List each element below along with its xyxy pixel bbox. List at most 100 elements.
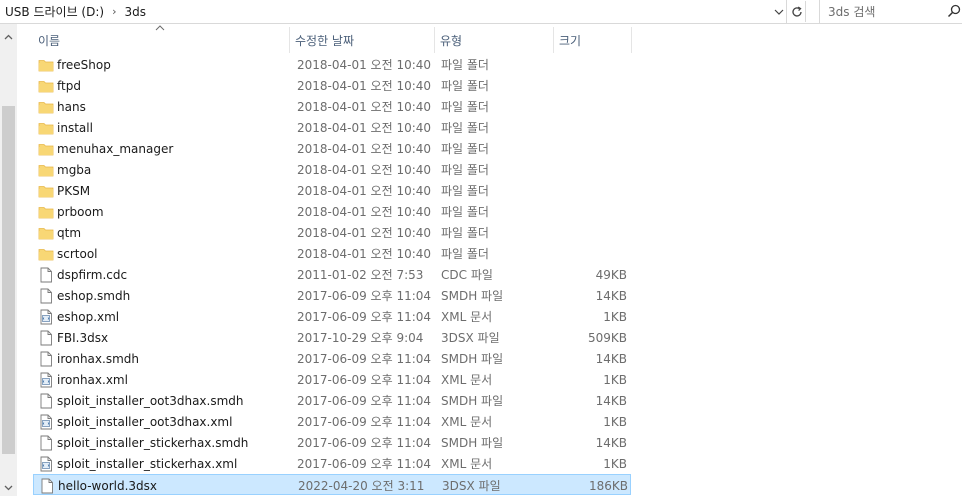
- file-row[interactable]: sploit_installer_oot3dhax.smdh 2017-06-09…: [33, 390, 631, 411]
- file-name: qtm: [57, 225, 82, 240]
- file-name: menuhax_manager: [57, 141, 174, 156]
- file-type: XML 문서: [441, 415, 493, 429]
- scroll-up-button[interactable]: [0, 28, 17, 45]
- column-divider[interactable]: [631, 27, 632, 53]
- file-type: 3DSX 파일: [442, 479, 501, 493]
- search-input[interactable]: [820, 4, 940, 19]
- file-date: 2018-04-01 오전 10:40: [297, 121, 432, 135]
- scroll-down-button[interactable]: [0, 480, 17, 496]
- file-type: 파일 폴더: [441, 100, 489, 114]
- file-row[interactable]: FBI.3dsx 2017-10-29 오후 9:04 3DSX 파일 509KB: [33, 327, 631, 348]
- folder-icon: [38, 96, 54, 117]
- xml-document-icon: [38, 411, 54, 432]
- file-row[interactable]: qtm 2018-04-01 오전 10:40 파일 폴더: [33, 222, 631, 243]
- file-name: ftpd: [57, 78, 81, 93]
- breadcrumb-drive[interactable]: USB 드라이브 (D:): [5, 3, 104, 20]
- file-icon: [38, 264, 54, 285]
- file-type: XML 문서: [441, 373, 493, 387]
- file-name: dspfirm.cdc: [57, 267, 128, 282]
- file-icon: [38, 390, 54, 411]
- file-row[interactable]: eshop.xml 2017-06-09 오후 11:04 XML 문서 1KB: [33, 306, 631, 327]
- file-size: [553, 138, 627, 159]
- file-icon: [39, 475, 55, 496]
- folder-icon: [38, 54, 54, 75]
- file-name: ironhax.xml: [57, 372, 128, 387]
- file-type: SMDH 파일: [441, 436, 504, 450]
- file-list: freeShop 2018-04-01 오전 10:40 파일 폴더 ftpd 2018…: [17, 54, 962, 496]
- file-name: hans: [57, 99, 86, 114]
- column-name[interactable]: 이름: [33, 24, 288, 56]
- file-row[interactable]: ironhax.xml 2017-06-09 오후 11:04 XML 문서 1KB: [33, 369, 631, 390]
- file-date: 2018-04-01 오전 10:40: [297, 142, 432, 156]
- file-date: 2018-04-01 오전 10:40: [297, 58, 432, 72]
- column-type[interactable]: 유형: [435, 24, 553, 56]
- file-size: [553, 222, 627, 243]
- file-size: 509KB: [587, 330, 627, 345]
- file-row[interactable]: sploit_installer_oot3dhax.xml 2017-06-09 …: [33, 411, 631, 432]
- file-row[interactable]: dspfirm.cdc 2011-01-02 오전 7:53 CDC 파일 49KB: [33, 264, 631, 285]
- column-size[interactable]: 크기: [554, 24, 630, 56]
- folder-icon: [38, 117, 54, 138]
- file-name: sploit_installer_stickerhax.smdh: [57, 435, 249, 450]
- file-type: CDC 파일: [441, 268, 493, 282]
- file-type: 파일 폴더: [441, 205, 489, 219]
- file-row[interactable]: ironhax.smdh 2017-06-09 오후 11:04 SMDH 파일 14…: [33, 348, 631, 369]
- file-date: 2017-06-09 오후 11:04: [297, 289, 432, 303]
- file-date: 2018-04-01 오전 10:40: [297, 79, 432, 93]
- file-row[interactable]: menuhax_manager 2018-04-01 오전 10:40 파일 폴더: [33, 138, 631, 159]
- file-size: 1KB: [603, 414, 627, 429]
- file-date: 2017-06-09 오후 11:04: [297, 352, 432, 366]
- file-size: [553, 243, 627, 264]
- file-row[interactable]: mgba 2018-04-01 오전 10:40 파일 폴더: [33, 159, 631, 180]
- folder-icon: [38, 159, 54, 180]
- file-size: [553, 54, 627, 75]
- file-type: 파일 폴더: [441, 163, 489, 177]
- refresh-button[interactable]: [788, 1, 806, 22]
- address-dropdown-button[interactable]: [772, 3, 786, 20]
- file-date: 2017-10-29 오후 9:04: [297, 331, 424, 345]
- file-row[interactable]: eshop.smdh 2017-06-09 오후 11:04 SMDH 파일 14KB: [33, 285, 631, 306]
- file-date: 2018-04-01 오전 10:40: [297, 184, 432, 198]
- file-date: 2018-04-01 오전 10:40: [297, 163, 432, 177]
- breadcrumb-folder[interactable]: 3ds: [124, 5, 146, 19]
- file-type: 3DSX 파일: [441, 331, 500, 345]
- file-row[interactable]: hello-world.3dsx 2022-04-20 오전 3:11 3DSX 파…: [33, 474, 631, 495]
- file-icon: [38, 348, 54, 369]
- folder-icon: [38, 201, 54, 222]
- file-size: 1KB: [603, 456, 627, 471]
- file-row[interactable]: PKSM 2018-04-01 오전 10:40 파일 폴더: [33, 180, 631, 201]
- file-row[interactable]: sploit_installer_stickerhax.smdh 2017-06-…: [33, 432, 631, 453]
- search-icon[interactable]: [947, 4, 961, 18]
- file-date: 2018-04-01 오전 10:40: [297, 205, 432, 219]
- file-type: 파일 폴더: [441, 121, 489, 135]
- file-size: [553, 75, 627, 96]
- file-row[interactable]: scrtool 2018-04-01 오전 10:40 파일 폴더: [33, 243, 631, 264]
- xml-document-icon: [38, 306, 54, 327]
- file-row[interactable]: install 2018-04-01 오전 10:40 파일 폴더: [33, 117, 631, 138]
- file-size: [553, 180, 627, 201]
- folder-icon: [38, 138, 54, 159]
- file-name: mgba: [57, 162, 92, 177]
- file-size: 14KB: [595, 393, 627, 408]
- file-row[interactable]: prboom 2018-04-01 오전 10:40 파일 폴더: [33, 201, 631, 222]
- file-type: XML 문서: [441, 310, 493, 324]
- file-row[interactable]: sploit_installer_stickerhax.xml 2017-06-0…: [33, 453, 631, 474]
- file-date: 2011-01-02 오전 7:53: [297, 268, 424, 282]
- file-date: 2017-06-09 오후 11:04: [297, 394, 432, 408]
- address-field[interactable]: USB 드라이브 (D:) › 3ds: [0, 0, 787, 23]
- file-size: [553, 201, 627, 222]
- search-box[interactable]: [819, 0, 962, 23]
- file-row[interactable]: freeShop 2018-04-01 오전 10:40 파일 폴더: [33, 54, 631, 75]
- chevron-up-icon: [4, 34, 13, 39]
- scroll-thumb[interactable]: [2, 106, 15, 454]
- breadcrumb-separator[interactable]: ›: [112, 5, 116, 18]
- address-bar: USB 드라이브 (D:) › 3ds: [0, 0, 962, 24]
- file-icon: [38, 327, 54, 348]
- file-row[interactable]: ftpd 2018-04-01 오전 10:40 파일 폴더: [33, 75, 631, 96]
- file-row[interactable]: hans 2018-04-01 오전 10:40 파일 폴더: [33, 96, 631, 117]
- file-type: 파일 폴더: [441, 58, 489, 72]
- file-icon: [38, 432, 54, 453]
- vertical-scrollbar[interactable]: [0, 24, 17, 496]
- chevron-down-icon: [774, 9, 784, 15]
- column-date[interactable]: 수정한 날짜: [290, 24, 433, 56]
